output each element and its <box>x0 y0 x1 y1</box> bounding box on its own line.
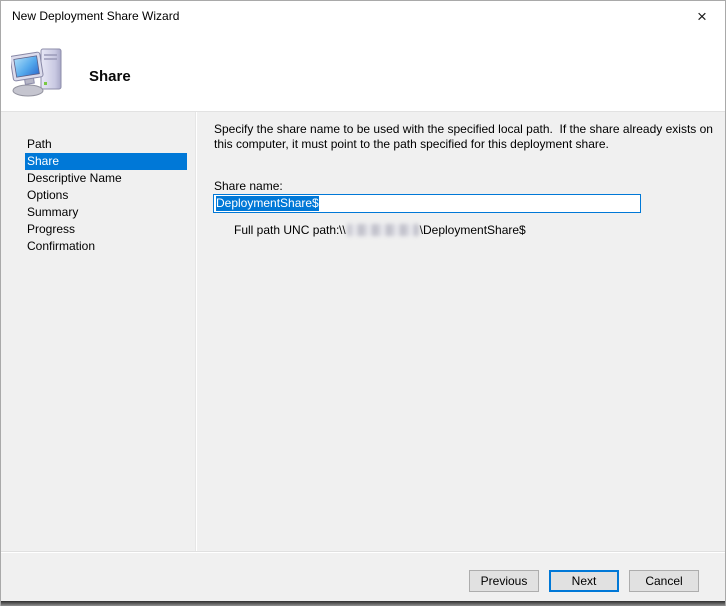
share-name-label: Share name: <box>214 179 283 193</box>
wizard-header: Share <box>1 31 725 112</box>
instruction-text: Specify the share name to be used with t… <box>214 122 717 151</box>
previous-button[interactable]: Previous <box>469 570 539 592</box>
unc-path-label: Full path UNC path: <box>234 223 340 237</box>
wizard-window: New Deployment Share Wizard × Share Path… <box>0 0 726 606</box>
sidebar-item-summary[interactable]: Summary <box>25 204 187 221</box>
cancel-button[interactable]: Cancel <box>629 570 699 592</box>
window-bottom-edge <box>1 601 725 606</box>
sidebar-item-confirmation[interactable]: Confirmation <box>25 238 187 255</box>
sidebar-item-options[interactable]: Options <box>25 187 187 204</box>
share-name-value-selected: DeploymentShare$ <box>216 196 319 211</box>
sidebar-item-share[interactable]: Share <box>25 153 187 170</box>
computer-icon <box>11 48 62 97</box>
sidebar-item-progress[interactable]: Progress <box>25 221 187 238</box>
page-title: Share <box>89 68 131 85</box>
wizard-steps: Path Share Descriptive Name Options Summ… <box>25 136 187 255</box>
title-bar: New Deployment Share Wizard × <box>1 1 725 31</box>
sidebar-divider <box>195 112 197 551</box>
window-title: New Deployment Share Wizard <box>12 9 180 23</box>
share-name-input[interactable]: DeploymentShare$ <box>213 194 641 213</box>
sidebar-item-path[interactable]: Path <box>25 136 187 153</box>
unc-path-suffix: \DeploymentShare$ <box>419 223 526 237</box>
unc-path-prefix: \\ <box>339 223 346 237</box>
wizard-footer: Previous Next Cancel <box>1 552 725 601</box>
sidebar-item-descriptive-name[interactable]: Descriptive Name <box>25 170 187 187</box>
close-button[interactable]: × <box>679 1 725 31</box>
unc-path-value: \\ \DeploymentShare$ <box>339 223 526 237</box>
next-button[interactable]: Next <box>549 570 619 592</box>
close-icon: × <box>697 6 707 26</box>
redacted-server-name <box>346 224 419 236</box>
wizard-body: Path Share Descriptive Name Options Summ… <box>1 112 725 552</box>
